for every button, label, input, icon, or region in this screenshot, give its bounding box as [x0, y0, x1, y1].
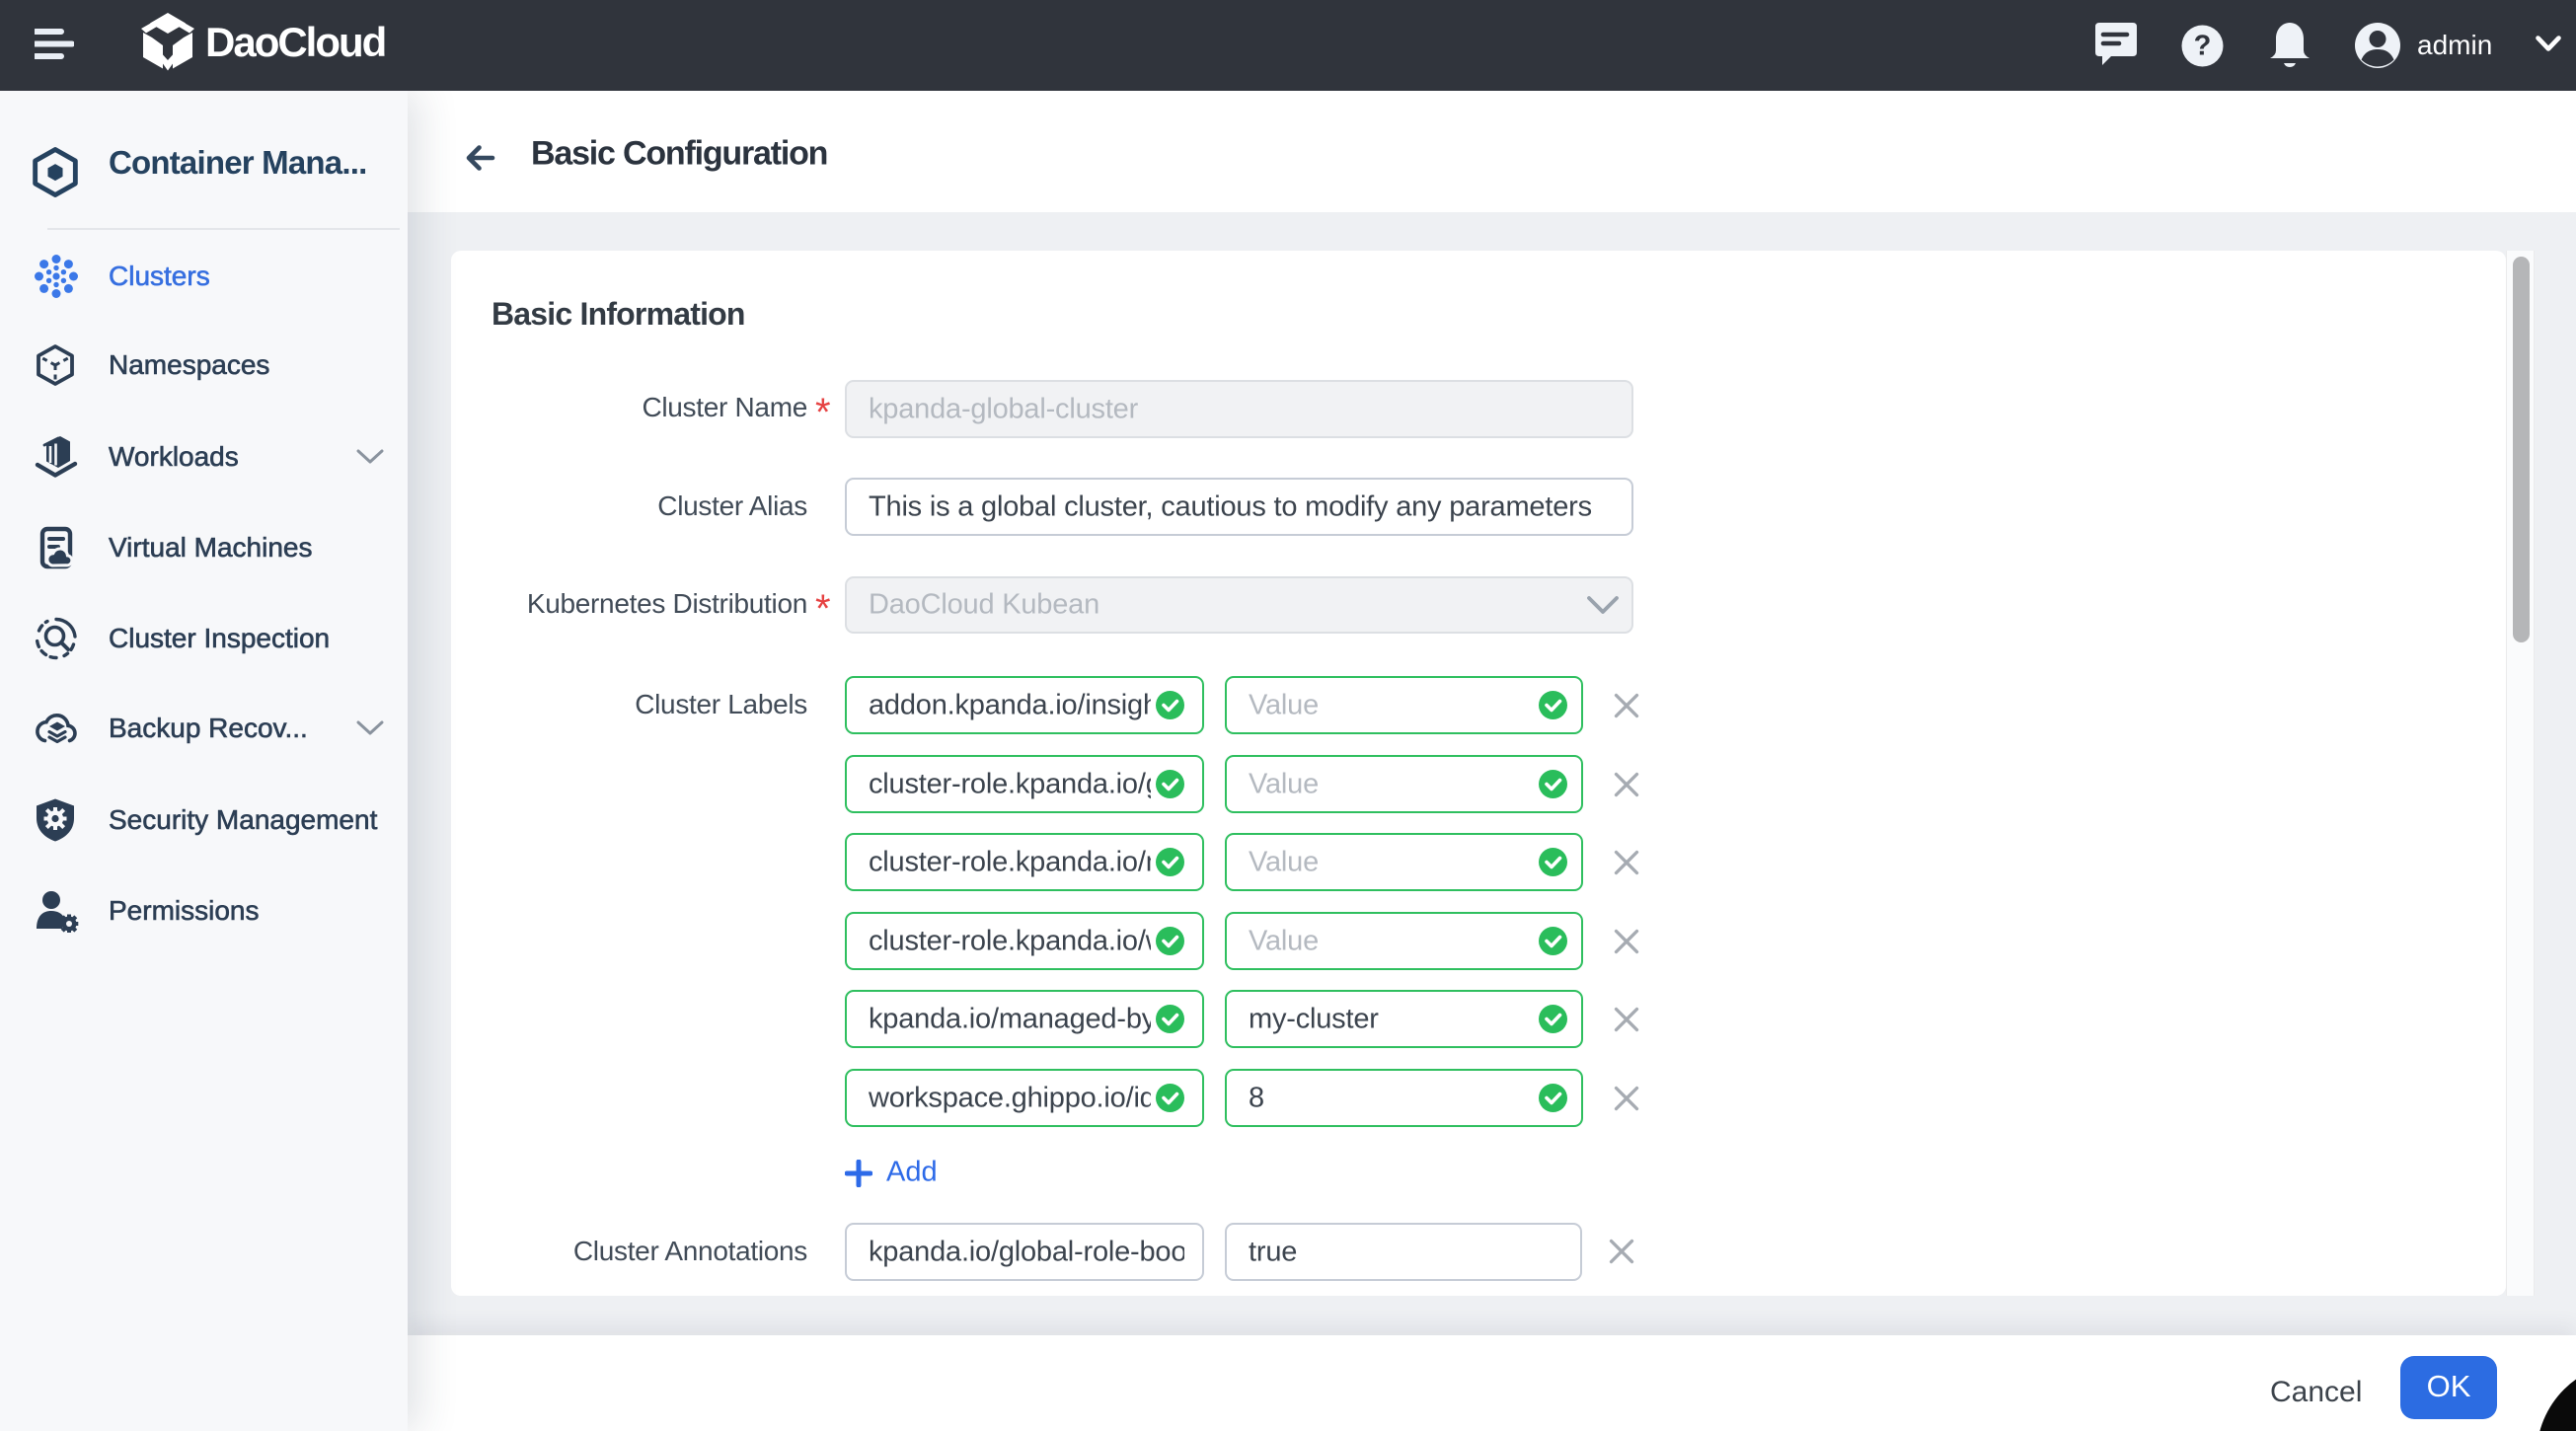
- svg-text:?: ?: [2194, 31, 2212, 62]
